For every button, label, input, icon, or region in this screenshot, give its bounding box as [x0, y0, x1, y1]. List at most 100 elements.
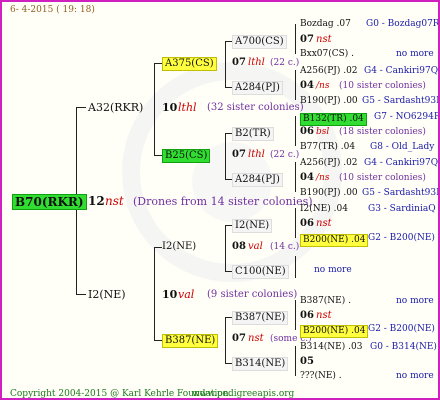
r15-no-more: no more — [314, 265, 352, 275]
r7-colonies: (18 sister colonies) — [339, 127, 426, 137]
b387-breed: nst — [248, 333, 264, 344]
r9-origin: G4 - Cankiri97Q — [364, 158, 439, 168]
r18-queen[interactable]: B200(NE) .04 — [300, 325, 369, 338]
r7-breed: bsl — [316, 127, 330, 137]
r6-queen[interactable]: B132(TR) .04 — [300, 113, 367, 126]
r12-origin: G3 - SardiniaQ — [368, 204, 436, 214]
r12-queen[interactable]: I2(NE) .04 — [300, 205, 348, 214]
r3-queen[interactable]: A256(PJ) .02 — [300, 67, 358, 76]
r8-origin: G8 - Old_Lady — [370, 142, 435, 152]
r4-gen: 04 — [300, 80, 314, 91]
connector — [154, 63, 162, 64]
a375-generation: 07 — [232, 57, 246, 68]
upper-queen[interactable]: A32(RKR) — [88, 102, 143, 113]
connector — [225, 317, 232, 318]
r14-origin: G2 - B200(NE) — [368, 233, 435, 243]
a375-father[interactable]: A284(PJ) — [232, 81, 283, 95]
connector — [154, 247, 155, 340]
r19-origin: G0 - B314(NE) — [370, 342, 437, 352]
b25-father[interactable]: A284(PJ) — [232, 173, 283, 187]
r10-gen: 04 — [300, 172, 314, 183]
r13-gen: 06 — [300, 218, 314, 229]
b387-queen[interactable]: B387(NE) — [162, 334, 219, 348]
b387-father[interactable]: B314(NE) — [232, 357, 289, 371]
r0-origin: G0 - Bozdag07R — [366, 19, 440, 29]
b25-queen[interactable]: B25(CS) — [162, 149, 211, 163]
a375-queen[interactable]: A375(CS) — [162, 57, 217, 71]
lower-colonies: (9 sister colonies) — [207, 289, 298, 300]
root-colonies: (Drones from 14 sister colonies) — [133, 195, 313, 208]
i2b-generation: 08 — [232, 241, 246, 252]
connector — [225, 363, 232, 364]
connector — [225, 41, 232, 42]
a375-colonies: (22 c.) — [270, 58, 300, 68]
connector — [295, 70, 296, 100]
r2-origin: no more — [396, 49, 434, 59]
connector — [154, 247, 162, 248]
connector — [225, 179, 232, 180]
connector — [295, 116, 296, 146]
r7-gen: 06 — [300, 126, 314, 137]
connector — [295, 24, 296, 54]
r16-origin: no more — [396, 296, 434, 306]
connector — [225, 133, 232, 134]
connector — [295, 256, 296, 278]
b25-generation: 07 — [232, 149, 246, 160]
i2b-father[interactable]: C100(NE) — [232, 265, 289, 279]
r2-queen[interactable]: Bxx07(CS) . — [300, 50, 354, 59]
b387-mother[interactable]: B387(NE) — [232, 311, 289, 325]
pedigree-panel: 6- 4-2015 ( 19: 18) B70(RKR) 12 nst (Dro… — [0, 0, 440, 400]
connector — [295, 208, 296, 238]
r11-queen[interactable]: B190(PJ) .00 — [300, 189, 358, 198]
r6-origin: G7 - NO6294R — [374, 112, 440, 122]
lower-queen[interactable]: I2(NE) — [88, 289, 126, 300]
r3-origin: G4 - Cankiri97Q — [364, 66, 439, 76]
connector — [76, 107, 86, 108]
connector — [295, 300, 296, 330]
b25-mother[interactable]: B2(TR) — [232, 127, 274, 141]
r8-queen[interactable]: B77(TR) .04 — [300, 143, 355, 152]
connector — [225, 225, 232, 226]
r14-queen[interactable]: B200(NE) .04 — [300, 234, 369, 247]
r17-breed: nst — [316, 310, 332, 321]
connector — [295, 346, 296, 376]
connector — [225, 133, 226, 179]
i2b-mother[interactable]: I2(NE) — [232, 219, 273, 233]
r4-breed: /ns — [316, 81, 330, 91]
i2b-breed: val — [248, 241, 263, 252]
connector — [295, 162, 296, 192]
r9-queen[interactable]: A256(PJ) .02 — [300, 159, 358, 168]
r17-gen: 06 — [300, 310, 314, 321]
r1-breed: nst — [316, 34, 332, 45]
r16-queen[interactable]: B387(NE) . — [300, 297, 351, 306]
connector — [154, 155, 162, 156]
r11-origin: G5 - Sardasht93R — [362, 188, 440, 198]
connector — [225, 41, 226, 87]
r13-breed: nst — [316, 218, 332, 229]
r10-breed: /ns — [316, 173, 330, 183]
connector — [76, 294, 86, 295]
a375-mother[interactable]: A700(CS) — [232, 35, 287, 49]
date-stamp: 6- 4-2015 ( 19: 18) — [10, 5, 95, 15]
root-queen[interactable]: B70(RKR) — [12, 194, 87, 210]
r5-queen[interactable]: B190(PJ) .00 — [300, 97, 358, 106]
r20-gen: 05 — [300, 356, 314, 367]
r21-origin: no more — [396, 371, 434, 381]
r19-queen[interactable]: B314(NE) .03 — [300, 343, 362, 352]
connector — [154, 340, 162, 341]
connector — [225, 225, 226, 271]
r0-queen[interactable]: Bozdag .07 — [300, 20, 351, 29]
a375-breed: lthl — [248, 57, 265, 68]
connector — [154, 63, 155, 155]
r1-gen: 07 — [300, 34, 314, 45]
r21-queen[interactable]: ???(NE) . — [300, 372, 342, 381]
b25-breed: lthl — [248, 149, 265, 160]
b387-generation: 07 — [232, 333, 246, 344]
r10-colonies: (10 sister colonies) — [339, 173, 426, 183]
i2b-queen[interactable]: I2(NE) — [162, 242, 196, 252]
root-generation: 12 — [88, 194, 105, 208]
r5-origin: G5 - Sardasht93R — [362, 96, 440, 106]
connector — [225, 271, 232, 272]
i2b-colonies: (14 c.) — [270, 242, 300, 252]
footer-url[interactable]: www.pedigreeapis.org — [192, 390, 294, 399]
